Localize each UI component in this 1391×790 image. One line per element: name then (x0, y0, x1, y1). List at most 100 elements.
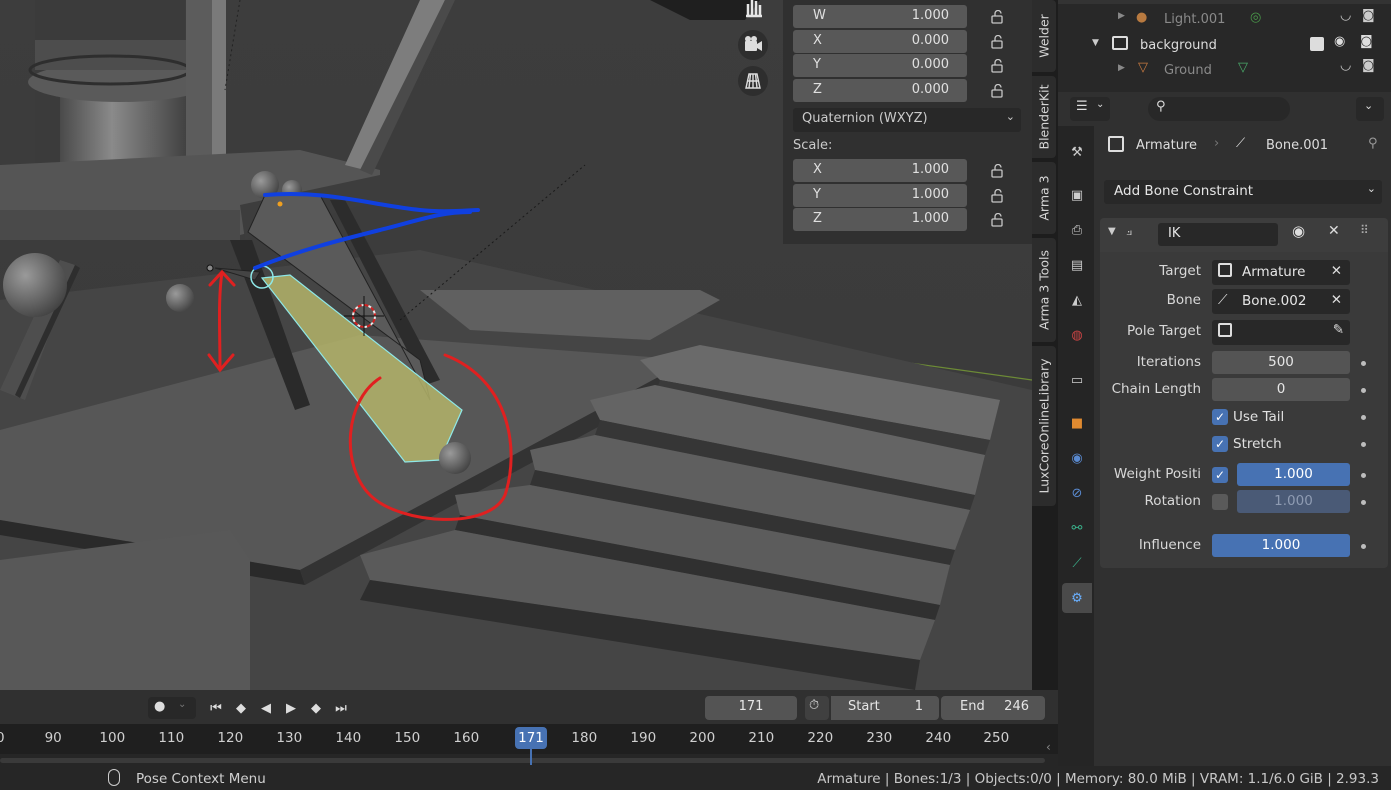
lock-icon[interactable] (991, 59, 1005, 74)
next-keyframe-button[interactable]: ◆ (305, 697, 327, 719)
rotation-w-field[interactable]: W 1.000 (793, 5, 967, 28)
outliner[interactable]: ▶ ● Light.001 ◎ ◡ ◙ ▼ background ◉ ◙ ▶ ▽… (1058, 0, 1391, 92)
start-frame-field[interactable]: Start 1 (831, 696, 939, 720)
tab-luxcore-online-library[interactable]: LuxCoreOnlineLibrary (1032, 346, 1056, 506)
rotation-z-field[interactable]: Z 0.000 (793, 79, 967, 103)
scale-z-field[interactable]: Z 1.000 (793, 208, 967, 232)
play-reverse-button[interactable]: ◀ (255, 697, 277, 719)
jump-end-button[interactable]: ⏭ (330, 697, 352, 719)
drag-handle-icon[interactable]: ⠿ (1360, 223, 1369, 237)
rotation-mode-dropdown[interactable]: Quaternion (WXYZ) ⌄ (793, 108, 1021, 132)
lock-icon[interactable] (991, 188, 1005, 203)
playhead[interactable]: 171 (515, 727, 547, 749)
timeline-scrollbar[interactable] (0, 754, 1058, 766)
tab-blenderkit[interactable]: BlenderKit (1032, 76, 1056, 158)
add-bone-constraint-dropdown[interactable]: Add Bone Constraint ⌄ (1104, 180, 1382, 204)
tab-bone[interactable]: ⟋ (1062, 548, 1092, 578)
tab-output[interactable]: ⎙ (1062, 215, 1092, 245)
tab-collection[interactable]: ▭ (1062, 365, 1092, 395)
tab-scene[interactable]: ◭ (1062, 285, 1092, 315)
tab-object[interactable]: ■ (1062, 408, 1092, 438)
jump-start-button[interactable]: ⏮ (205, 697, 227, 719)
editor-type-dropdown[interactable]: ☰ ⌄ (1070, 97, 1110, 121)
clear-icon[interactable]: ✕ (1331, 263, 1342, 279)
eye-icon[interactable]: ◉ (1292, 222, 1305, 240)
tab-bone-constraints[interactable]: ⚙ (1062, 583, 1092, 613)
use-preview-range-toggle[interactable]: ⏱ (805, 696, 829, 720)
lock-icon[interactable] (991, 84, 1005, 98)
options-dropdown[interactable]: ⌄ (1356, 97, 1384, 121)
current-frame-field[interactable]: 171 (705, 696, 797, 720)
modifier-icon: ◉ (1071, 450, 1083, 466)
camera-render-icon[interactable]: ◙ (1362, 58, 1375, 73)
lock-icon[interactable] (991, 34, 1005, 49)
rotation-x-field[interactable]: X 0.000 (793, 29, 967, 53)
influence-slider[interactable]: 1.000 (1212, 534, 1350, 557)
weight-position-field[interactable]: 1.000 (1237, 463, 1350, 486)
bone-value: Bone.002 (1242, 293, 1307, 309)
tab-physics[interactable]: ⚯ (1062, 513, 1092, 543)
collapse-sidebar-icon[interactable]: ‹ (1046, 740, 1051, 754)
chain-length-field[interactable]: 0 (1212, 378, 1350, 401)
keyframe-dot[interactable] (1361, 473, 1366, 478)
keyframe-dot[interactable] (1361, 544, 1366, 549)
grid-ortho-icon[interactable] (738, 66, 768, 96)
rotation-field[interactable]: 1.000 (1237, 490, 1350, 513)
hide-viewport-icon[interactable]: ◡ (1340, 58, 1351, 73)
use-tail-checkbox[interactable]: ✓ (1212, 409, 1228, 425)
tab-welder[interactable]: Welder (1032, 0, 1056, 72)
eyedropper-icon[interactable]: ✎ (1333, 322, 1344, 338)
lock-icon[interactable] (991, 163, 1005, 178)
keyframe-dot[interactable] (1361, 415, 1366, 420)
keyframe-dot[interactable] (1361, 442, 1366, 447)
stretch-checkbox[interactable]: ✓ (1212, 436, 1228, 452)
tab-particles[interactable]: ⊘ (1062, 478, 1092, 508)
tab-arma3[interactable]: Arma 3 (1032, 162, 1056, 234)
collapse-arrow-icon[interactable]: ▼ (1108, 226, 1116, 237)
outliner-row-background[interactable]: ▼ background ◉ ◙ (1058, 34, 1391, 58)
search-input[interactable]: ⚲ (1148, 97, 1290, 121)
tab-tool[interactable]: ⚒ (1062, 137, 1092, 167)
bone-field[interactable]: ⟋ Bone.002 ✕ (1212, 289, 1350, 314)
tab-modifiers[interactable]: ◉ (1062, 443, 1092, 473)
lock-icon[interactable] (991, 213, 1005, 228)
outliner-row-ground[interactable]: ▶ ▽ Ground ▽ ◡ ◙ (1058, 58, 1391, 82)
camera-render-icon[interactable]: ◙ (1362, 8, 1375, 23)
tab-arma3-tools[interactable]: Arma 3 Tools (1032, 238, 1056, 342)
keyframe-dot[interactable] (1361, 361, 1366, 366)
lock-icon[interactable] (991, 9, 1005, 24)
end-frame-field[interactable]: End 246 (941, 696, 1045, 720)
outliner-item-label: background (1140, 38, 1217, 53)
target-field[interactable]: Armature ✕ (1212, 260, 1350, 285)
outliner-row-light[interactable]: ▶ ● Light.001 ◎ ◡ ◙ (1058, 8, 1391, 32)
scrollbar-thumb[interactable] (0, 758, 1045, 763)
camera-view-icon[interactable] (738, 30, 768, 60)
eye-icon[interactable]: ◉ (1334, 34, 1345, 49)
hide-viewport-icon[interactable]: ◡ (1340, 8, 1351, 23)
hand-pan-icon[interactable] (740, 0, 768, 18)
tab-view-layer[interactable]: ▤ (1062, 250, 1092, 280)
close-icon[interactable]: ✕ (1328, 223, 1340, 239)
rotation-checkbox[interactable] (1212, 494, 1228, 510)
constraint-name-input[interactable]: IK (1158, 223, 1278, 246)
include-checkbox[interactable] (1310, 37, 1324, 51)
tab-world[interactable]: ◍ (1062, 320, 1092, 350)
frame-number: 90 (44, 730, 62, 746)
keyframe-dot[interactable] (1361, 500, 1366, 505)
pole-target-field[interactable]: ✎ (1212, 320, 1350, 345)
scale-y-field[interactable]: Y 1.000 (793, 183, 967, 207)
prev-keyframe-button[interactable]: ◆ (230, 697, 252, 719)
scale-x-field[interactable]: X 1.000 (793, 159, 967, 182)
keyframe-dot[interactable] (1361, 388, 1366, 393)
iterations-field[interactable]: 500 (1212, 351, 1350, 374)
tab-render[interactable]: ▣ (1062, 180, 1092, 210)
play-button[interactable]: ▶ (280, 697, 302, 719)
rotation-y-field[interactable]: Y 0.000 (793, 54, 967, 78)
camera-render-icon[interactable]: ◙ (1360, 34, 1373, 49)
weight-position-checkbox[interactable]: ✓ (1212, 467, 1228, 483)
auto-keying-toggle[interactable]: ● ⌄ (148, 697, 196, 719)
pin-icon[interactable]: ⚲ (1368, 136, 1378, 151)
clear-icon[interactable]: ✕ (1331, 292, 1342, 308)
playhead-frame: 171 (518, 730, 544, 746)
3d-viewport[interactable]: W 1.000 X 0.000 Y 0.000 Z 0.000 Quaternion (WXY… (0, 0, 1032, 690)
